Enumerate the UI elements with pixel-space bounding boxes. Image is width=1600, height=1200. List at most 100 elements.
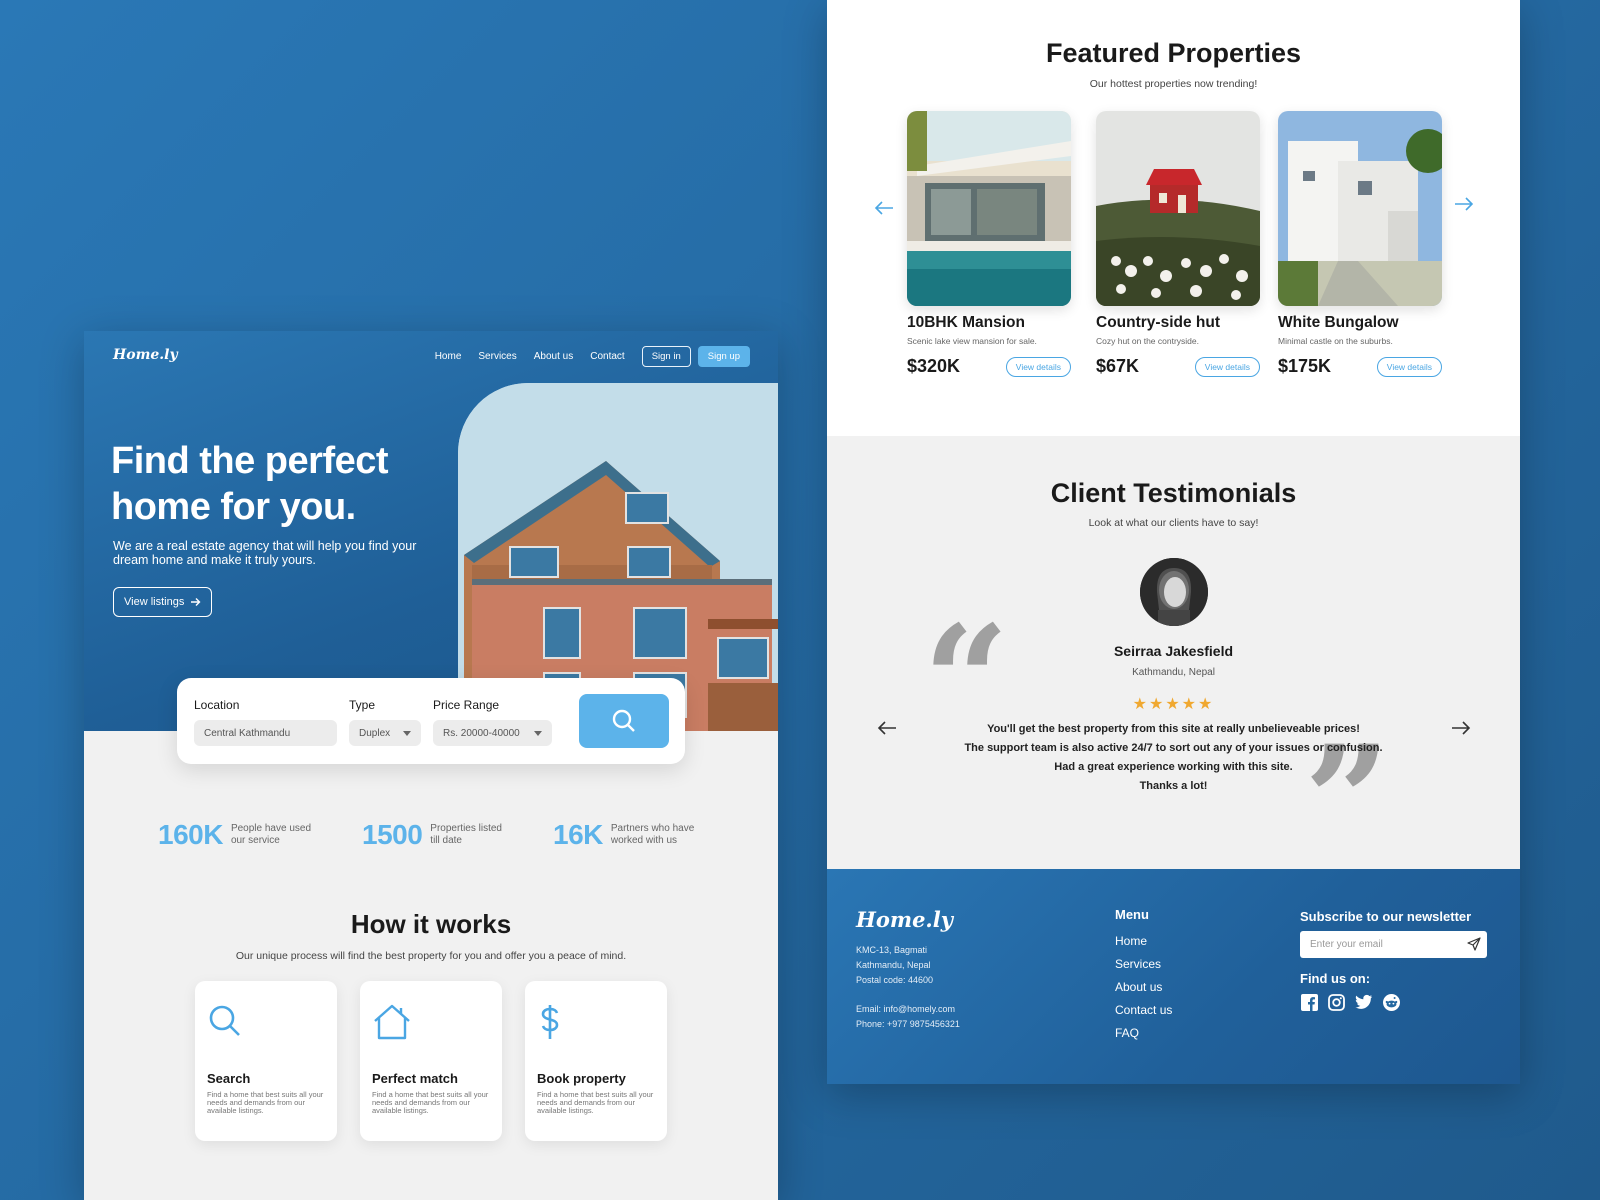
type-select[interactable]: Duplex — [349, 720, 421, 746]
price-range-select[interactable]: Rs. 20000-40000 — [433, 720, 552, 746]
stat-value: 1500 — [362, 819, 423, 850]
newsletter-email-input[interactable]: Enter your email — [1300, 931, 1487, 958]
footer-address-line: Postal code: 44600 — [856, 975, 934, 985]
find-us-title: Find us on: — [1300, 971, 1371, 986]
testimonial-line: Had a great experience working with this… — [1054, 761, 1293, 773]
how-card-book-property[interactable]: Book property Find a home that best suit… — [525, 981, 667, 1141]
star-rating: ★★★★★ — [1132, 696, 1215, 713]
footer-address-line: KMC-13, Bagmati — [856, 945, 928, 955]
footer-menu-contact[interactable]: Contact us — [1115, 1003, 1172, 1017]
featured-properties-section: Featured Properties Our hottest properti… — [827, 0, 1520, 436]
property-image — [1096, 111, 1260, 306]
nav-services[interactable]: Services — [478, 351, 516, 362]
property-name: White Bungalow — [1278, 314, 1399, 331]
location-value: Central Kathmandu — [204, 727, 291, 739]
featured-title: Featured Properties — [1045, 38, 1302, 68]
testimonials-section: Client Testimonials Look at what our cli… — [827, 436, 1520, 876]
avatar — [1140, 558, 1208, 626]
view-details-button[interactable]: View details — [1376, 356, 1442, 377]
stat-value: 16K — [553, 819, 603, 850]
property-image — [1278, 111, 1442, 306]
hero-subtitle: We are a real estate agency that will he… — [113, 539, 417, 567]
stat-partners: 16K Partners who have worked with us — [553, 819, 705, 851]
property-card-bungalow[interactable]: White Bungalow Minimal castle on the sub… — [1278, 111, 1442, 377]
nav-home[interactable]: Home — [435, 351, 462, 362]
testimonials-subtitle: Look at what our clients have to say! — [1088, 517, 1259, 529]
featured-subtitle: Our hottest properties now trending! — [1089, 78, 1258, 90]
footer-phone: Phone: +977 9875456321 — [856, 1019, 960, 1029]
footer-menu-home[interactable]: Home — [1115, 934, 1147, 948]
search-button[interactable] — [579, 694, 669, 748]
price-range-label: Price Range — [433, 698, 500, 712]
arrow-left-icon[interactable] — [877, 720, 897, 736]
newsletter-title: Subscribe to our newsletter — [1300, 909, 1472, 924]
top-navigation: Home.ly Home Services About us Contact S… — [84, 331, 778, 383]
send-icon[interactable] — [1467, 937, 1481, 951]
property-description: Scenic lake view mansion for sale. — [907, 336, 1037, 346]
how-card-description: Find a home that best suits all your nee… — [372, 1090, 489, 1115]
how-card-title: Perfect match — [372, 1071, 458, 1086]
how-card-title: Search — [207, 1071, 251, 1086]
house-icon — [374, 1004, 410, 1040]
footer-address-line: Kathmandu, Nepal — [856, 960, 931, 970]
footer-menu-faq[interactable]: FAQ — [1115, 1026, 1139, 1040]
view-listings-button[interactable]: View listings — [113, 587, 213, 617]
landing-page-left: Home.ly Home Services About us Contact S… — [84, 331, 778, 1200]
footer-email[interactable]: Email: info@homely.com — [856, 1004, 955, 1014]
how-card-perfect-match[interactable]: Perfect match Find a home that best suit… — [360, 981, 502, 1141]
sign-in-button[interactable]: Sign in — [641, 346, 691, 367]
property-image — [907, 111, 1071, 306]
stat-properties: 1500 Properties listed till date — [362, 819, 512, 851]
chevron-down-icon — [534, 730, 542, 736]
stat-value: 160K — [158, 819, 223, 850]
landing-page-right: Featured Properties Our hottest properti… — [827, 0, 1520, 1084]
sign-up-button[interactable]: Sign up — [697, 346, 750, 367]
brand-logo[interactable]: Home.ly — [113, 347, 178, 363]
search-icon — [209, 1005, 240, 1036]
how-card-description: Find a home that best suits all your nee… — [537, 1090, 654, 1115]
instagram-icon[interactable] — [1328, 994, 1345, 1011]
view-details-button[interactable]: View details — [1194, 356, 1260, 377]
property-price: $320K — [907, 356, 961, 376]
stat-users: 160K People have used our service — [158, 819, 323, 851]
how-it-works-subtitle: Our unique process will find the best pr… — [235, 950, 627, 962]
chevron-down-icon — [403, 730, 411, 736]
how-card-search[interactable]: Search Find a home that best suits all y… — [195, 981, 337, 1141]
nav-contact[interactable]: Contact — [590, 351, 624, 362]
property-description: Minimal castle on the suburbs. — [1278, 336, 1393, 346]
nav-links: Home Services About us Contact Sign in S… — [435, 346, 750, 367]
twitter-icon[interactable] — [1355, 994, 1373, 1010]
footer-brand-logo[interactable]: Home.ly — [856, 907, 953, 932]
how-card-title: Book property — [537, 1071, 626, 1086]
how-card-description: Find a home that best suits all your nee… — [207, 1090, 324, 1115]
arrow-left-icon[interactable] — [874, 200, 894, 216]
property-card-mansion[interactable]: 10BHK Mansion Scenic lake view mansion f… — [907, 111, 1071, 377]
property-price: $67K — [1096, 356, 1140, 376]
price-range-value: Rs. 20000-40000 — [443, 727, 520, 739]
facebook-icon[interactable] — [1301, 994, 1318, 1011]
location-input[interactable]: Central Kathmandu — [194, 720, 337, 746]
property-price: $175K — [1278, 356, 1332, 376]
stat-description: People have used our service — [230, 823, 312, 846]
dollar-icon — [541, 1005, 559, 1039]
type-label: Type — [349, 698, 376, 712]
location-label: Location — [194, 698, 240, 712]
footer-menu-services[interactable]: Services — [1115, 957, 1161, 971]
reddit-icon[interactable] — [1383, 994, 1400, 1011]
client-name: Seirraa Jakesfield — [1113, 643, 1234, 659]
arrow-right-icon[interactable] — [1454, 196, 1474, 212]
testimonial-line: You'll get the best property from this s… — [987, 723, 1360, 735]
view-details-button[interactable]: View details — [1005, 356, 1071, 377]
nav-about[interactable]: About us — [534, 351, 573, 362]
testimonial-line: Thanks a lot! — [1139, 780, 1208, 792]
property-card-hut[interactable]: Country-side hut Cozy hut on the contrys… — [1096, 111, 1260, 377]
arrow-right-icon[interactable] — [1451, 720, 1471, 736]
footer-menu-title: Menu — [1115, 907, 1149, 922]
client-location: Kathmandu, Nepal — [1132, 667, 1215, 678]
search-icon — [612, 709, 635, 732]
footer-menu-about[interactable]: About us — [1115, 980, 1162, 994]
property-description: Cozy hut on the contryside. — [1096, 336, 1200, 346]
testimonial-line: The support team is also active 24/7 to … — [964, 742, 1383, 754]
hero-title: Find the perfect home for you. — [111, 440, 389, 528]
property-name: 10BHK Mansion — [907, 314, 1025, 331]
